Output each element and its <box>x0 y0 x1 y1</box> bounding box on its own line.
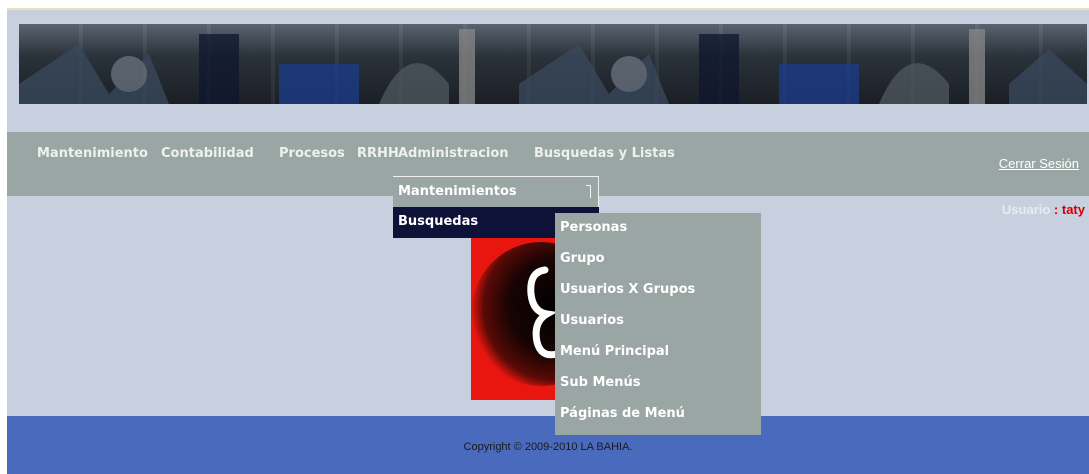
nav-item-rrhh[interactable]: RRHH <box>357 146 399 161</box>
company-logo <box>471 232 561 400</box>
submenu-item-paginas-de-menu[interactable]: Páginas de Menú <box>555 399 761 430</box>
submenu-item-grupo[interactable]: Grupo <box>555 244 761 275</box>
submenu-item-usuarios-x-grupos[interactable]: Usuarios X Grupos <box>555 275 761 306</box>
menu-item-label: Mantenimientos <box>398 184 517 199</box>
current-user-info: Usuario : taty <box>1002 202 1085 217</box>
submenu-item-sub-menus[interactable]: Sub Menús <box>555 368 761 399</box>
logo-graphic <box>471 232 561 400</box>
page-background: Mantenimiento Contabilidad Procesos RRHH… <box>7 8 1089 474</box>
submenu-item-menu-principal[interactable]: Menú Principal <box>555 337 761 368</box>
page-footer: Copyright © 2009-2010 LA BAHIA. <box>7 416 1089 474</box>
nav-item-mantenimiento[interactable]: Mantenimiento <box>37 146 148 161</box>
submenu-item-usuarios[interactable]: Usuarios <box>555 306 761 337</box>
nav-item-procesos[interactable]: Procesos <box>279 146 345 161</box>
user-separator: : <box>1050 202 1062 217</box>
header-banner-image <box>19 24 1087 104</box>
menu-item-label: Busquedas <box>398 214 479 229</box>
banner-machinery-graphic <box>19 29 1087 104</box>
nav-item-administracion[interactable]: Administracion <box>398 146 509 161</box>
nav-item-contabilidad[interactable]: Contabilidad <box>161 146 254 161</box>
user-name: taty <box>1061 202 1085 217</box>
submenu-item-personas[interactable]: Personas <box>555 213 761 244</box>
logout-link[interactable]: Cerrar Sesión <box>999 156 1079 171</box>
menu-item-mantenimientos[interactable]: Mantenimientos <box>393 176 599 207</box>
nav-item-busquedas-y-listas[interactable]: Busquedas y Listas <box>534 146 675 161</box>
submenu-arrow-icon <box>586 185 591 198</box>
copyright-text: Copyright © 2009-2010 LA BAHIA. <box>463 441 633 453</box>
user-label: Usuario <box>1001 202 1051 217</box>
busquedas-submenu: Personas Grupo Usuarios X Grupos Usuario… <box>555 213 761 435</box>
